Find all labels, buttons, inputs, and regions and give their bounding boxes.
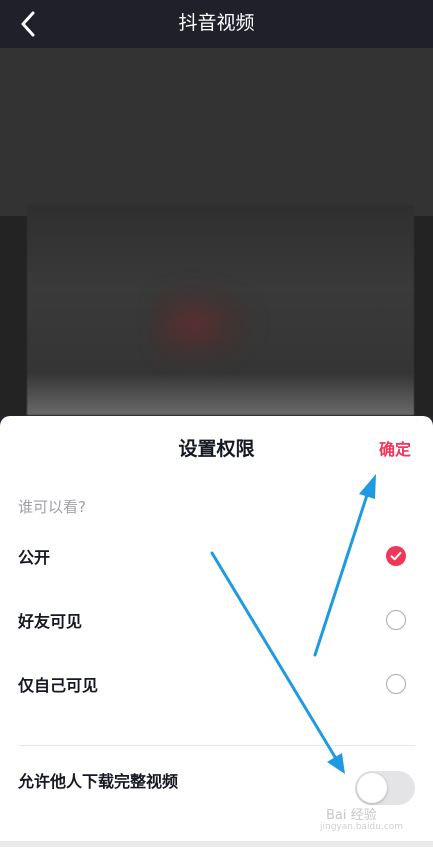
option-friends[interactable]: 好友可见	[0, 598, 433, 642]
video-preview-background	[0, 48, 433, 216]
option-private[interactable]: 仅自己可见	[0, 662, 433, 706]
top-nav-bar: 抖音视频	[0, 0, 433, 48]
option-public[interactable]: 公开	[0, 534, 433, 578]
option-label: 仅自己可见	[18, 676, 99, 695]
toggle-knob	[357, 773, 387, 803]
option-label: 好友可见	[18, 612, 83, 631]
permission-sheet: 设置权限 确定 谁可以看? 公开 好友可见 仅自己可见 允许他人下载完整视频	[0, 416, 433, 841]
radio-checked-icon[interactable]	[386, 546, 406, 566]
allow-download-toggle[interactable]	[355, 771, 415, 805]
confirm-button[interactable]: 确定	[379, 436, 411, 460]
option-label: 公开	[18, 548, 51, 567]
watermark-subtext: jingyan.baidu.com	[320, 822, 404, 832]
page-title: 抖音视频	[178, 12, 255, 34]
thumbnail-blur-content	[150, 280, 260, 370]
screen: 抖音视频 设置权限 确定 谁可以看? 公开 好友可见 仅自己可见 允许他人下载完…	[0, 0, 433, 847]
bottom-edge	[0, 841, 433, 847]
divider	[18, 745, 415, 746]
baidu-watermark: Bai 经验 jingyan.baidu.com	[318, 802, 418, 838]
radio-unchecked-icon[interactable]	[386, 674, 406, 694]
sheet-title: 设置权限	[178, 438, 255, 460]
allow-download-label: 允许他人下载完整视频	[18, 772, 179, 791]
radio-unchecked-icon[interactable]	[386, 610, 406, 630]
watermark-text: Bai 经验	[326, 808, 377, 823]
visibility-section-label: 谁可以看?	[18, 498, 86, 516]
